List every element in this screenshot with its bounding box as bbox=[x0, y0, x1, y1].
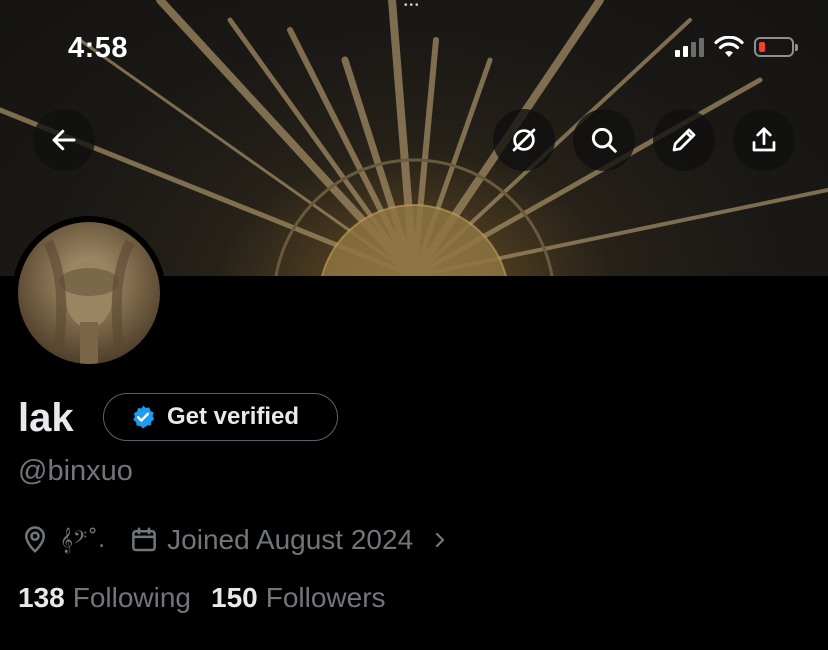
joined-text: Joined August 2024 bbox=[167, 524, 414, 555]
avatar[interactable] bbox=[12, 216, 166, 370]
location-pin-icon bbox=[24, 526, 46, 553]
share-icon bbox=[752, 127, 776, 152]
location: 𝄞𝄢˚. bbox=[20, 525, 105, 555]
edit-button[interactable] bbox=[653, 109, 715, 171]
search-button[interactable] bbox=[573, 109, 635, 171]
signal-icon bbox=[675, 37, 704, 57]
search-icon bbox=[591, 127, 617, 153]
joined-date[interactable]: Joined August 2024 bbox=[129, 524, 449, 556]
arrow-left-icon bbox=[52, 129, 76, 151]
back-button[interactable] bbox=[33, 109, 95, 171]
calendar-icon bbox=[132, 527, 157, 552]
chevron-right-icon bbox=[431, 528, 449, 552]
following-count: 138 bbox=[18, 582, 65, 613]
following-link[interactable]: 138 Following bbox=[18, 582, 191, 614]
followers-count: 150 bbox=[211, 582, 258, 613]
avatar-image bbox=[18, 222, 160, 364]
status-time: 4:58 bbox=[68, 32, 129, 64]
followers-link[interactable]: 150 Followers bbox=[211, 582, 386, 614]
handle: @binxuo bbox=[18, 455, 133, 487]
following-label: Following bbox=[72, 582, 191, 613]
followers-label: Followers bbox=[265, 582, 386, 613]
grok-button[interactable] bbox=[493, 109, 555, 171]
profile-meta: 𝄞𝄢˚. Joined August 2024 bbox=[20, 520, 449, 560]
status-icons bbox=[675, 36, 798, 58]
verified-badge-icon bbox=[133, 405, 155, 429]
share-button[interactable] bbox=[733, 109, 795, 171]
location-text: 𝄞𝄢˚. bbox=[60, 527, 106, 553]
battery-icon bbox=[754, 37, 798, 57]
display-name: lak bbox=[18, 396, 74, 440]
follow-counts: 138 Following 150 Followers bbox=[18, 582, 386, 614]
wifi-icon bbox=[714, 36, 744, 57]
status-dots: ••• bbox=[404, 0, 421, 11]
get-verified-button[interactable]: Get verified bbox=[103, 393, 338, 441]
pencil-icon bbox=[672, 128, 696, 152]
get-verified-label: Get verified bbox=[167, 403, 300, 430]
grok-icon bbox=[512, 128, 536, 152]
